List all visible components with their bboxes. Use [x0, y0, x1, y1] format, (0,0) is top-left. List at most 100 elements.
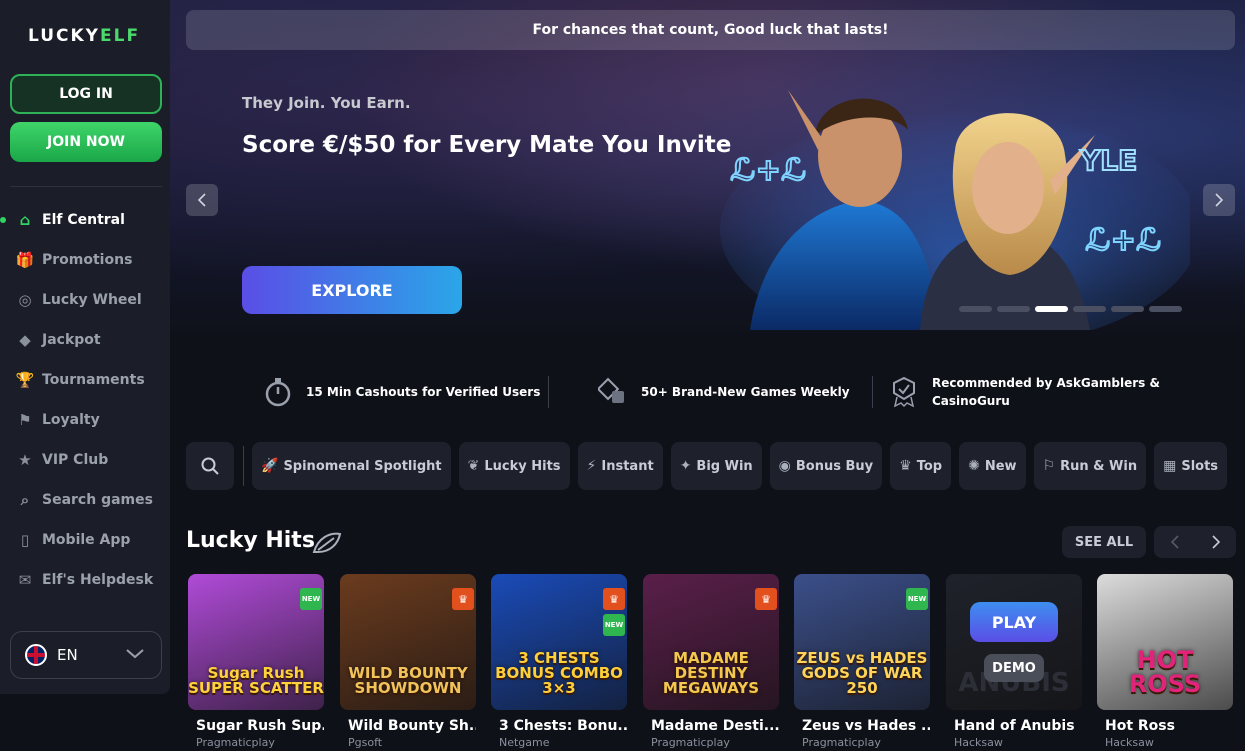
game-card[interactable]: WILD BOUNTY SHOWDOWN ♛ Wild Bounty Sh... Pg… [340, 574, 476, 749]
game-title[interactable]: Zeus vs Hades ... [794, 718, 930, 734]
category-tab-instant[interactable]: ⚡ Instant [577, 442, 663, 490]
stopwatch-icon [262, 376, 294, 408]
uk-flag-icon [25, 644, 47, 666]
game-title[interactable]: Sugar Rush Sup... [188, 718, 324, 734]
search-icon [201, 457, 219, 475]
game-title[interactable]: 3 Chests: Bonu... [491, 718, 627, 734]
category-tab-run-win[interactable]: ⚐ Run & Win [1033, 442, 1147, 490]
category-divider [243, 446, 244, 486]
new-badge: NEW [603, 614, 625, 636]
game-card[interactable]: ANUBIS PLAY DEMO Hand of Anubis Hacksaw [946, 574, 1082, 749]
carousel-dot[interactable] [1111, 306, 1144, 312]
carousel-dot[interactable] [1035, 306, 1068, 312]
carousel-dot[interactable] [1149, 306, 1182, 312]
leaf-icon: ❦ [467, 458, 480, 474]
game-art-title: ZEUS vs HADES GODS OF WAR 250 [796, 649, 928, 697]
game-thumbnail[interactable]: MADAME DESTINY MEGAWAYS ♛ [643, 574, 779, 710]
sidebar: LUCKYELF LOG IN JOIN NOW ⌂ Elf Central 🎁 Pr… [0, 0, 170, 694]
explore-button[interactable]: EXPLORE [242, 266, 462, 314]
game-thumbnail[interactable]: ZEUS vs HADES GODS OF WAR 250 NEW [794, 574, 930, 710]
feature-cashouts: 15 Min Cashouts for Verified Users [262, 372, 540, 412]
game-thumbnail[interactable]: HOT ROSS [1097, 574, 1233, 710]
sidebar-item-elf-central[interactable]: ⌂ Elf Central [0, 200, 170, 240]
pager-prev-button[interactable] [1154, 526, 1195, 558]
sidebar-item-label: Lucky Wheel [42, 292, 142, 308]
login-button[interactable]: LOG IN [10, 74, 162, 114]
category-tab-new[interactable]: ✺ New [959, 442, 1026, 490]
sidebar-item-vip-club[interactable]: ★ VIP Club [0, 440, 170, 480]
gift-icon: 🎁 [15, 251, 35, 269]
sidebar-item-loyalty[interactable]: ⚑ Loyalty [0, 400, 170, 440]
pager-next-button[interactable] [1195, 526, 1236, 558]
feature-recommended: Recommended by AskGamblers & CasinoGuru [888, 372, 1160, 412]
svg-text:YLE: YLE [1079, 144, 1137, 177]
language-code: EN [57, 646, 78, 664]
category-tab-big-win[interactable]: ✦ Big Win [670, 442, 762, 490]
join-now-button[interactable]: JOIN NOW [10, 122, 162, 162]
game-card[interactable]: 3 CHESTS BONUS COMBO 3×3 ♛ NEW 3 Chests: Bo… [491, 574, 627, 749]
game-thumbnail[interactable]: Sugar Rush SUPER SCATTER NEW [188, 574, 324, 710]
search-icon: ⌕ [20, 491, 30, 509]
chat-icon: ✉ [18, 571, 32, 589]
category-tab-spinomenal-spotlight[interactable]: 🚀 Spinomenal Spotlight [252, 442, 451, 490]
brand-logo[interactable]: LUCKYELF [28, 26, 140, 46]
category-tab-bonus-buy[interactable]: ◉ Bonus Buy [769, 442, 883, 490]
game-title[interactable]: Wild Bounty Sh... [340, 718, 476, 734]
category-tab-lucky-hits[interactable]: ❦ Lucky Hits [458, 442, 570, 490]
sidebar-item-jackpot[interactable]: ◆ Jackpot [0, 320, 170, 360]
feature-cashouts-text: 15 Min Cashouts for Verified Users [306, 385, 541, 399]
game-title[interactable]: Hot Ross [1097, 718, 1233, 734]
game-card[interactable]: HOT ROSS Hot Ross Hacksaw [1097, 574, 1233, 749]
instant-icon: ⚡ [586, 458, 597, 474]
carousel-dots [959, 306, 1182, 312]
game-art-title: WILD BOUNTY SHOWDOWN [348, 664, 468, 697]
sidebar-item-elf-s-helpdesk[interactable]: ✉ Elf's Helpdesk [0, 560, 170, 600]
category-tab-label: Bonus Buy [795, 458, 874, 474]
carousel-dot[interactable] [997, 306, 1030, 312]
game-title[interactable]: Madame Desti... [643, 718, 779, 734]
game-card[interactable]: Sugar Rush SUPER SCATTER NEW Sugar Rush Su… [188, 574, 324, 749]
category-tab-slots[interactable]: ▦ Slots [1154, 442, 1228, 490]
language-selector[interactable]: EN [10, 631, 162, 679]
section-pager [1154, 526, 1236, 558]
chevron-down-icon [125, 646, 145, 664]
category-tab-label: New [984, 458, 1017, 474]
banner-headline: Score €/$50 for Every Mate You Invite [242, 132, 732, 158]
category-tab-label: Run & Win [1060, 458, 1138, 474]
game-provider: Hacksaw [954, 736, 1003, 749]
diamond-icon: ◆ [19, 331, 31, 349]
carousel-dot[interactable] [959, 306, 992, 312]
banner-prev-button[interactable] [186, 184, 218, 216]
carousel-dot[interactable] [1073, 306, 1106, 312]
sidebar-item-tournaments[interactable]: 🏆 Tournaments [0, 360, 170, 400]
banner-tagline: For chances that count, Good luck that l… [186, 10, 1235, 50]
demo-button[interactable]: DEMO [984, 654, 1044, 682]
flag-icon: ⚑ [18, 411, 32, 429]
play-button[interactable]: PLAY [970, 602, 1058, 642]
banner-next-button[interactable] [1203, 184, 1235, 216]
game-search-button[interactable] [186, 442, 234, 490]
game-thumbnail[interactable]: ANUBIS PLAY DEMO [946, 574, 1082, 710]
sidebar-item-mobile-app[interactable]: ▯ Mobile App [0, 520, 170, 560]
category-tab-label: Instant [601, 458, 654, 474]
sidebar-item-lucky-wheel[interactable]: ◎ Lucky Wheel [0, 280, 170, 320]
sidebar-item-label: Elf's Helpdesk [42, 572, 154, 588]
category-tab-top[interactable]: ♛ Top [890, 442, 952, 490]
game-thumbnail[interactable]: WILD BOUNTY SHOWDOWN ♛ [340, 574, 476, 710]
game-title[interactable]: Hand of Anubis [946, 718, 1082, 734]
sidebar-item-promotions[interactable]: 🎁 Promotions [0, 240, 170, 280]
svg-text:ℒ+ℒ: ℒ+ℒ [1085, 223, 1162, 258]
sidebar-item-label: Tournaments [42, 372, 145, 388]
game-thumbnail[interactable]: 3 CHESTS BONUS COMBO 3×3 ♛ NEW [491, 574, 627, 710]
see-all-button[interactable]: SEE ALL [1062, 526, 1146, 558]
sidebar-item-label: Mobile App [42, 532, 131, 548]
game-card[interactable]: MADAME DESTINY MEGAWAYS ♛ Madame Desti... P… [643, 574, 779, 749]
game-provider: Pgsoft [348, 736, 383, 749]
trophy-icon: 🏆 [15, 371, 35, 389]
game-art-title: MADAME DESTINY MEGAWAYS [662, 649, 760, 697]
sidebar-item-search-games[interactable]: ⌕ Search games [0, 480, 170, 520]
game-provider: Pragmaticplay [196, 736, 275, 749]
feature-new-games: 50+ Brand-New Games Weekly [597, 372, 850, 412]
game-card[interactable]: ZEUS vs HADES GODS OF WAR 250 NEW Zeus vs … [794, 574, 930, 749]
category-tab-label: Slots [1181, 458, 1219, 474]
